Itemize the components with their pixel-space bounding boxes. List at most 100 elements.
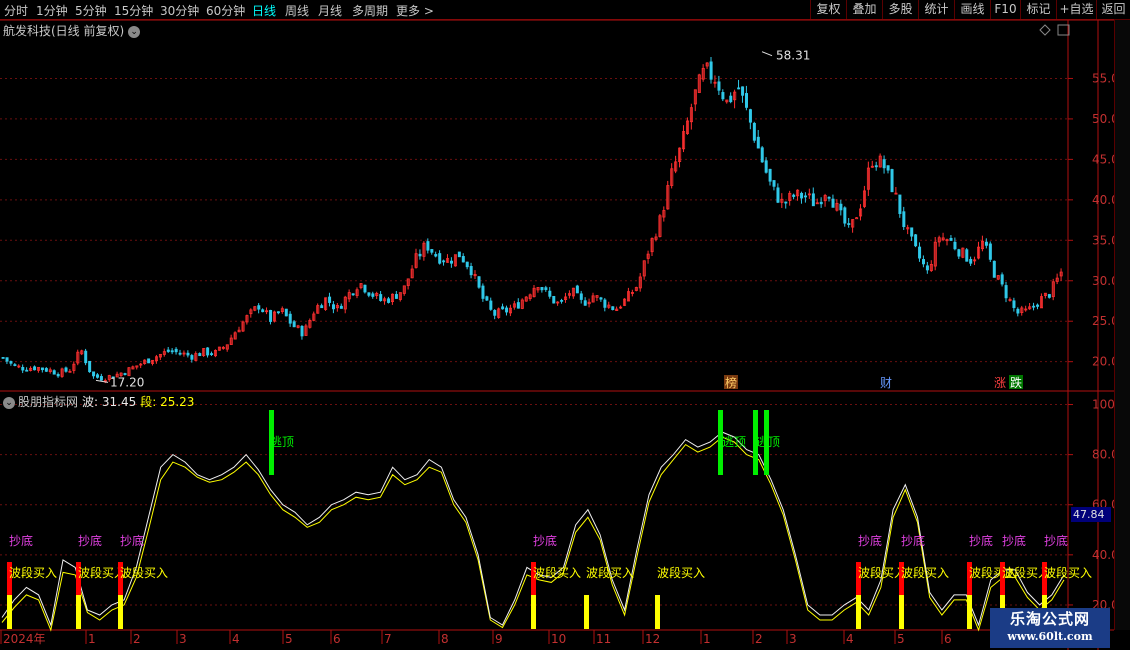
candle-body <box>284 308 288 317</box>
candle-body <box>890 169 894 193</box>
candle-body <box>552 295 556 304</box>
candle-body <box>99 376 103 381</box>
watermark-title: 乐淘公式网 <box>1009 610 1090 628</box>
candle-body <box>583 300 587 306</box>
event-marker-text: 涨 <box>994 375 1006 390</box>
candle-body <box>320 305 324 309</box>
candle-body <box>811 193 815 207</box>
event-marker-3: 跌 <box>1009 375 1023 390</box>
buy-signal-4: 波段买入 <box>584 565 634 629</box>
buy-signal-label: 波段买入 <box>533 565 581 580</box>
xaxis-label-2: 2 <box>133 632 141 646</box>
candle-body <box>387 298 391 303</box>
candle-body <box>599 297 603 300</box>
window-icon <box>1057 24 1070 36</box>
buy-signal-3: 波段买入 <box>531 562 581 629</box>
candle-body <box>190 355 194 360</box>
candle-body <box>493 310 497 316</box>
candle-body <box>957 249 961 257</box>
candle-body <box>544 287 548 290</box>
candle-body <box>367 292 371 296</box>
candle-body <box>276 311 280 314</box>
buy-signal-label: 波段买入 <box>9 565 57 580</box>
event-marker-text: 跌 <box>1010 375 1022 390</box>
candle-body <box>485 296 489 301</box>
candle-body <box>257 305 261 310</box>
candle-body <box>579 293 583 300</box>
price-tick-label-1: 50.00 <box>1092 112 1114 126</box>
kline-chart[interactable]: 55.00 50.00 45.00 40.00 35.00 30.00 25.00 20.00… <box>0 0 1114 650</box>
candle-body <box>147 358 151 364</box>
candle-body <box>442 260 446 263</box>
indicator-tick-label-1: 80.00 <box>1092 448 1114 462</box>
indicator-title: ⌄ 股朋指标网 波: 31.45 段: 25.23 <box>3 393 194 410</box>
xaxis-label-5: 5 <box>285 632 293 646</box>
candle-body <box>449 260 453 264</box>
buy-signal-yellow-bar <box>967 595 972 629</box>
candle-body <box>949 237 953 241</box>
xaxis-label-0: 2024年 <box>3 632 46 646</box>
buy-signal-yellow-bar <box>899 595 904 629</box>
candle-body <box>1000 274 1004 285</box>
candle-body <box>206 347 210 356</box>
diamond-icon <box>1039 24 1051 36</box>
candle-body <box>489 300 493 310</box>
candle-body <box>847 223 851 225</box>
buy-signal-label: 波段买入 <box>120 565 168 580</box>
buy-signal-label: 波段买入 <box>901 565 949 580</box>
candle-body <box>477 276 481 288</box>
indicator-name: 股朋指标网 <box>18 395 79 409</box>
price-tick-label-2: 45.00 <box>1092 152 1114 166</box>
candle-body <box>269 309 273 322</box>
candle-body <box>988 243 992 260</box>
candle-body <box>760 147 764 163</box>
chaodi-label-1: 抄底 <box>78 533 102 548</box>
candle-body <box>465 261 469 268</box>
candle-body <box>1004 285 1008 299</box>
candle-body <box>64 367 68 372</box>
candle-body <box>457 251 461 258</box>
candle-body <box>52 370 56 375</box>
buy-signal-yellow-bar <box>655 595 660 629</box>
low-price-label: 17.20 <box>110 375 144 389</box>
watermark-url: www.60lt.com <box>1007 630 1093 643</box>
candle-body <box>379 294 383 301</box>
candle-body <box>516 302 520 309</box>
buy-signal-6: 波段买入 <box>856 562 906 629</box>
xaxis-label-18: 6 <box>944 632 952 646</box>
right-side-panel[interactable] <box>1114 20 1130 630</box>
xaxis-label-15: 3 <box>789 632 797 646</box>
buy-signal-0: 波段买入 <box>7 562 57 629</box>
candle-body <box>804 195 808 198</box>
candle-body <box>918 246 922 259</box>
candle-body <box>611 306 615 311</box>
top-signal-label-2: 逃顶 <box>756 435 780 449</box>
buy-signal-yellow-bar <box>118 595 123 629</box>
price-tick-label-3: 40.00 <box>1092 193 1114 207</box>
candle-body <box>166 349 170 352</box>
candle-body <box>394 294 398 299</box>
candle-body <box>752 122 756 141</box>
candle-body <box>210 353 214 356</box>
chaodi-label-7: 抄底 <box>1002 533 1026 548</box>
candle-body <box>9 361 13 364</box>
candle-body <box>1 357 5 359</box>
candle-body <box>198 353 202 357</box>
candle-body <box>827 196 831 199</box>
xaxis-label-9: 9 <box>495 632 503 646</box>
candle-body <box>737 87 741 90</box>
chevron-down-icon[interactable]: ⌄ <box>3 396 15 409</box>
candle-body <box>729 95 733 103</box>
xaxis-label-4: 4 <box>232 632 240 646</box>
candle-body <box>1016 308 1020 314</box>
indicator-tick-label-0: 100.0 <box>1092 398 1114 412</box>
candle-body <box>902 211 906 228</box>
candle-body <box>21 366 25 371</box>
indicator-current-value: 47.84 <box>1071 507 1111 522</box>
candle-body <box>96 374 100 378</box>
buy-signal-yellow-bar <box>7 595 12 629</box>
candle-body <box>922 259 926 265</box>
candle-body <box>560 299 564 302</box>
candle-body <box>501 306 505 310</box>
high-marker-line <box>761 51 773 57</box>
